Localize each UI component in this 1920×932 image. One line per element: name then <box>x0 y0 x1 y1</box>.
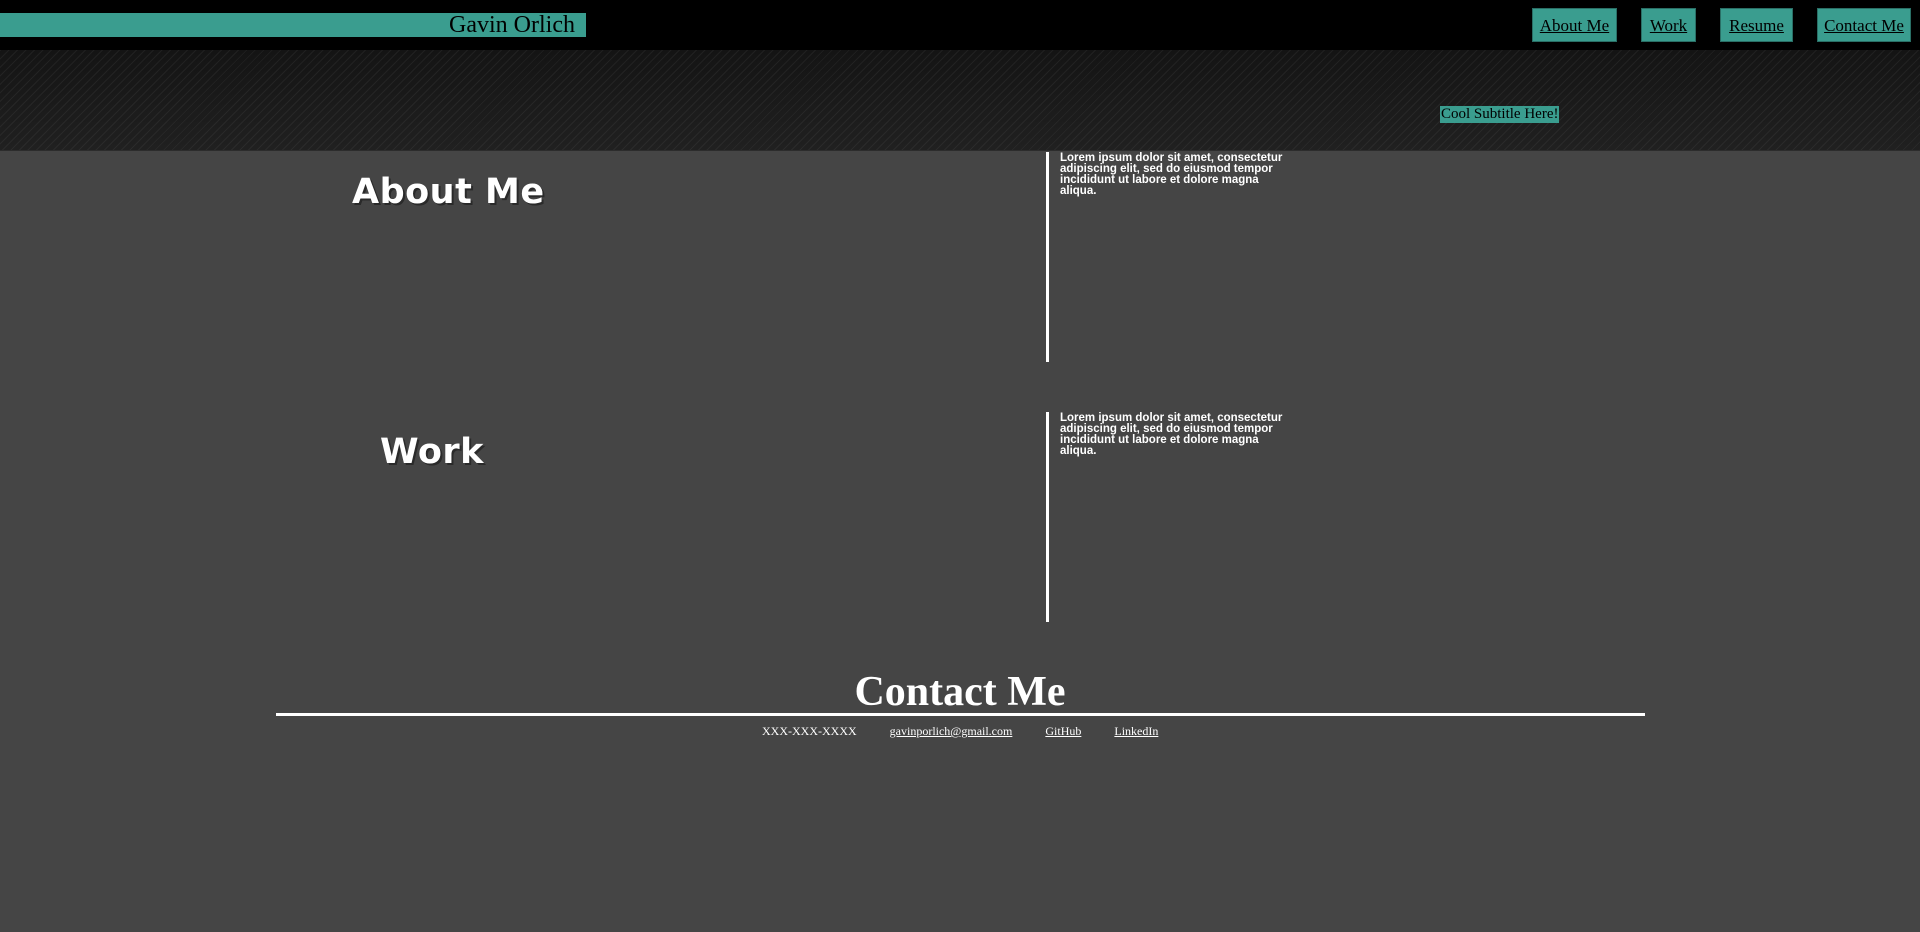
site-title: Gavin Orlich <box>0 13 586 37</box>
work-text: Lorem ipsum dolor sit amet, consectetur … <box>1060 412 1283 457</box>
nav-resume-link[interactable]: Resume <box>1720 8 1793 42</box>
github-link[interactable]: GitHub <box>1045 723 1081 739</box>
nav-about-me-link[interactable]: About Me <box>1532 8 1617 42</box>
contact-email-link[interactable]: gavinporlich@gmail.com <box>890 723 1013 739</box>
about-me-text: Lorem ipsum dolor sit amet, consectetur … <box>1060 152 1283 197</box>
nav-contact-me-link[interactable]: Contact Me <box>1817 8 1911 42</box>
contact-divider <box>276 713 1645 716</box>
linkedin-link[interactable]: LinkedIn <box>1114 723 1158 739</box>
work-heading: Work <box>380 432 484 472</box>
hero-banner: Cool Subtitle Here! <box>0 50 1920 151</box>
about-me-heading: About Me <box>352 172 545 212</box>
contact-phone: XXX-XXX-XXXX <box>762 724 857 738</box>
nav-work-link[interactable]: Work <box>1641 8 1696 42</box>
hero-subtitle: Cool Subtitle Here! <box>1440 106 1560 123</box>
top-navigation-bar: Gavin Orlich About Me Work Resume Contac… <box>0 0 1920 50</box>
work-divider <box>1046 412 1049 622</box>
contact-heading: Contact Me <box>854 669 1066 715</box>
contact-links: XXX-XXX-XXXX gavinporlich@gmail.com GitH… <box>762 723 1158 739</box>
about-me-divider <box>1046 152 1049 362</box>
